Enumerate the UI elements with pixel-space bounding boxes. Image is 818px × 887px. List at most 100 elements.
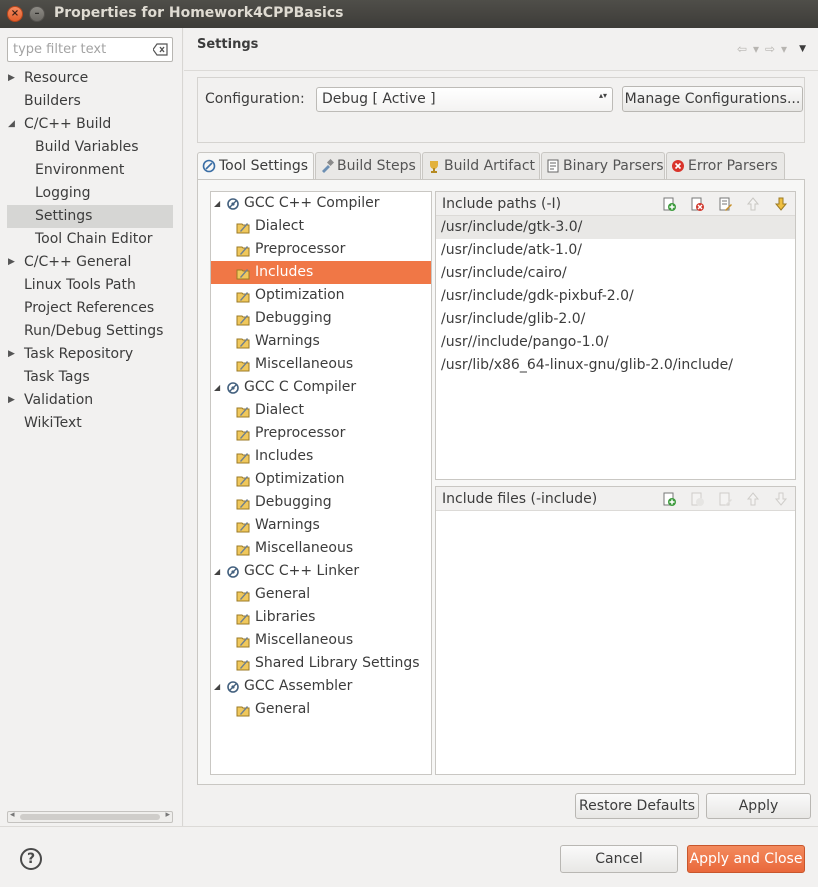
configuration-group: Configuration: Debug [ Active ] ▴▾ Manag… — [197, 77, 805, 143]
error-parsers-icon — [672, 160, 684, 172]
nav-item-validation[interactable]: ▶ Validation — [0, 389, 183, 412]
option-page-icon — [236, 545, 250, 556]
nav-item-builders[interactable]: Builders — [0, 90, 183, 113]
include-path-row[interactable]: /usr/include/glib-2.0/ — [436, 308, 795, 331]
include-path-row[interactable]: /usr/include/gtk-3.0/ — [436, 216, 795, 239]
tree-tool-gcc-c-compiler[interactable]: ◢ GCC C Compiler — [211, 376, 431, 399]
scroll-left-icon[interactable]: ◂ — [10, 810, 15, 820]
include-path-row[interactable]: /usr//include/pango-1.0/ — [436, 331, 795, 354]
apply-and-close-button[interactable]: Apply and Close — [687, 845, 805, 873]
tab-build-steps[interactable]: Build Steps — [315, 152, 421, 179]
nav-item-settings[interactable]: Settings — [7, 205, 173, 228]
tree-option-optimization[interactable]: Optimization — [211, 468, 431, 491]
tree-option-debugging[interactable]: Debugging — [211, 307, 431, 330]
move-up-icon[interactable] — [745, 196, 761, 212]
tree-tool-gcc-cpp-compiler[interactable]: ◢ GCC C++ Compiler — [211, 192, 431, 215]
nav-item-project-references[interactable]: Project References — [0, 297, 183, 320]
forward-history-dropdown-icon[interactable]: ▾ — [781, 42, 787, 56]
tree-option-preprocessor[interactable]: Preprocessor — [211, 238, 431, 261]
restore-defaults-button[interactable]: Restore Defaults — [575, 793, 699, 819]
tree-option-preprocessor[interactable]: Preprocessor — [211, 422, 431, 445]
close-window-button[interactable]: × — [7, 6, 23, 22]
collapse-arrow-icon[interactable]: ◢ — [214, 675, 220, 698]
nav-item-cpp-build[interactable]: ◢ C/C++ Build — [0, 113, 183, 136]
option-page-icon — [236, 453, 250, 464]
tree-option-includes[interactable]: Includes — [211, 445, 431, 468]
delete-path-icon[interactable] — [689, 196, 705, 212]
scrollbar-thumb[interactable] — [20, 814, 160, 820]
nav-item-run-debug-settings[interactable]: Run/Debug Settings — [0, 320, 183, 343]
nav-item-wikitext[interactable]: WikiText — [0, 412, 183, 435]
tree-option-includes-selected[interactable]: Includes — [211, 261, 431, 284]
tree-option-general[interactable]: General — [211, 698, 431, 721]
option-page-icon — [236, 338, 250, 349]
tree-option-miscellaneous[interactable]: Miscellaneous — [211, 537, 431, 560]
nav-horizontal-scrollbar[interactable]: ◂ ▸ — [7, 810, 173, 823]
tree-option-dialect[interactable]: Dialect — [211, 215, 431, 238]
tree-option-warnings[interactable]: Warnings — [211, 330, 431, 353]
edit-path-icon[interactable] — [717, 196, 733, 212]
forward-arrow-icon[interactable]: ⇨ — [765, 42, 775, 56]
include-path-row[interactable]: /usr/include/cairo/ — [436, 262, 795, 285]
tree-option-miscellaneous[interactable]: Miscellaneous — [211, 629, 431, 652]
dialog-button-bar: ? Cancel Apply and Close — [0, 826, 818, 887]
expand-arrow-icon[interactable]: ▶ — [8, 251, 15, 274]
minimize-window-button[interactable]: – — [29, 6, 45, 22]
collapse-arrow-icon[interactable]: ◢ — [8, 113, 15, 136]
option-page-icon — [236, 269, 250, 280]
tab-binary-parsers[interactable]: Binary Parsers — [541, 152, 665, 179]
include-files-toolbar — [661, 491, 789, 507]
clear-filter-icon[interactable] — [153, 43, 168, 56]
include-path-row[interactable]: /usr/include/gdk-pixbuf-2.0/ — [436, 285, 795, 308]
tab-error-parsers[interactable]: Error Parsers — [666, 152, 785, 179]
nav-item-environment[interactable]: Environment — [0, 159, 183, 182]
add-file-icon[interactable] — [661, 491, 677, 507]
cancel-button[interactable]: Cancel — [560, 845, 678, 873]
expand-arrow-icon[interactable]: ▶ — [8, 343, 15, 366]
expand-arrow-icon[interactable]: ▶ — [8, 389, 15, 412]
tree-option-warnings[interactable]: Warnings — [211, 514, 431, 537]
expand-arrow-icon[interactable]: ▶ — [8, 67, 15, 90]
include-path-row[interactable]: /usr/lib/x86_64-linux-gnu/glib-2.0/inclu… — [436, 354, 795, 377]
nav-item-task-tags[interactable]: Task Tags — [0, 366, 183, 389]
nav-item-resource[interactable]: ▶ Resource — [0, 67, 183, 90]
add-path-icon[interactable] — [661, 196, 677, 212]
tree-option-dialect[interactable]: Dialect — [211, 399, 431, 422]
tab-build-artifact[interactable]: Build Artifact — [422, 152, 540, 179]
apply-button[interactable]: Apply — [706, 793, 811, 819]
view-menu-icon[interactable]: ▼ — [799, 44, 806, 54]
tree-option-libraries[interactable]: Libraries — [211, 606, 431, 629]
back-history-dropdown-icon[interactable]: ▾ — [753, 42, 759, 56]
tool-gear-icon — [227, 566, 239, 578]
move-up-icon — [746, 492, 760, 506]
tree-option-shared-library-settings[interactable]: Shared Library Settings — [211, 652, 431, 675]
minimize-icon: – — [34, 8, 40, 19]
header-separator — [184, 70, 818, 71]
nav-item-logging[interactable]: Logging — [0, 182, 183, 205]
configuration-select[interactable]: Debug [ Active ] ▴▾ — [316, 87, 613, 112]
collapse-arrow-icon[interactable]: ◢ — [214, 192, 220, 215]
tree-tool-gcc-assembler[interactable]: ◢ GCC Assembler — [211, 675, 431, 698]
nav-item-tool-chain-editor[interactable]: Tool Chain Editor — [0, 228, 183, 251]
filter-input[interactable] — [13, 42, 148, 57]
edit-file-icon — [719, 492, 732, 506]
move-down-icon[interactable] — [773, 196, 789, 212]
scroll-right-icon[interactable]: ▸ — [165, 810, 170, 820]
nav-item-cpp-general[interactable]: ▶ C/C++ General — [0, 251, 183, 274]
include-paths-panel: Include paths (-I) /usr/include/gtk-3.0/… — [435, 191, 796, 480]
tree-option-optimization[interactable]: Optimization — [211, 284, 431, 307]
manage-configurations-button[interactable]: Manage Configurations... — [622, 86, 803, 112]
tree-option-debugging[interactable]: Debugging — [211, 491, 431, 514]
collapse-arrow-icon[interactable]: ◢ — [214, 560, 220, 583]
help-icon[interactable]: ? — [20, 848, 42, 870]
collapse-arrow-icon[interactable]: ◢ — [214, 376, 220, 399]
tab-tool-settings[interactable]: Tool Settings — [197, 152, 314, 180]
nav-item-build-variables[interactable]: Build Variables — [0, 136, 183, 159]
nav-item-linux-tools-path[interactable]: Linux Tools Path — [0, 274, 183, 297]
tree-option-miscellaneous[interactable]: Miscellaneous — [211, 353, 431, 376]
nav-item-task-repository[interactable]: ▶ Task Repository — [0, 343, 183, 366]
tree-option-general[interactable]: General — [211, 583, 431, 606]
back-arrow-icon[interactable]: ⇦ — [737, 42, 747, 56]
include-path-row[interactable]: /usr/include/atk-1.0/ — [436, 239, 795, 262]
tree-tool-gcc-cpp-linker[interactable]: ◢ GCC C++ Linker — [211, 560, 431, 583]
